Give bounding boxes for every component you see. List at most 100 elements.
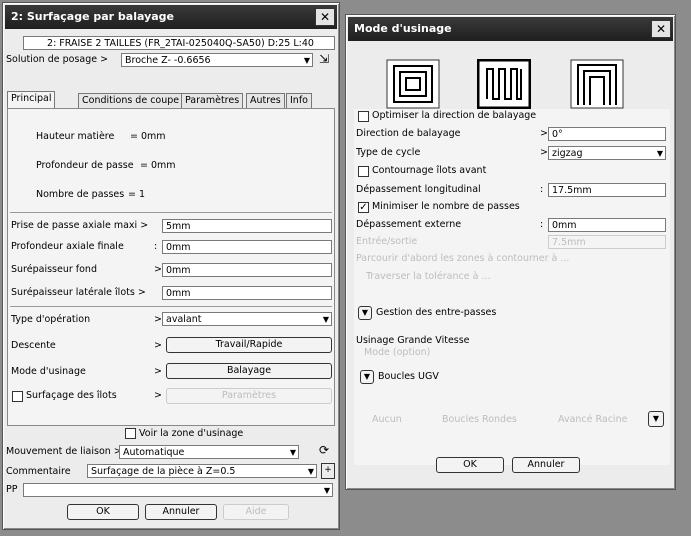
separator-arrow: > bbox=[154, 314, 162, 325]
commentaire-label: Commentaire bbox=[6, 466, 71, 477]
chevron-down-icon: ▼ bbox=[323, 486, 330, 495]
contournage-label: Contournage îlots avant bbox=[372, 165, 487, 176]
separator-arrow: > bbox=[154, 366, 162, 377]
descente-label: Descente bbox=[11, 340, 56, 351]
profondeur-finale-input[interactable]: 0mm bbox=[162, 240, 332, 254]
disabled-option-avance: Avancé Racine bbox=[558, 414, 628, 425]
param-label-surepaisseur-fond: Surépaisseur fond bbox=[11, 264, 97, 275]
minimiser-checkbox[interactable]: ✓ bbox=[358, 202, 369, 213]
machining-operation-dialog: 2: Surfaçage par balayage ✕ 2: FRAISE 2 … bbox=[2, 2, 340, 530]
separator-arrow: > bbox=[540, 128, 548, 139]
ugv-title: Usinage Grande Vitesse bbox=[356, 335, 470, 346]
boucles-expand-button[interactable]: ▼ bbox=[360, 370, 374, 384]
depassement-ext-label: Dépassement externe bbox=[356, 219, 462, 230]
direction-input[interactable]: 0° bbox=[548, 127, 666, 141]
disabled-row-input[interactable]: 7.5mm bbox=[548, 235, 666, 249]
mode-usinage-dialog: Mode d'usinage ✕ Optimiser la direction … bbox=[345, 14, 676, 490]
cancel-button[interactable]: Annuler bbox=[145, 504, 217, 520]
posage-select[interactable]: Broche Z- -0.6656 ▼ bbox=[121, 53, 313, 67]
commentaire-edit-icon[interactable]: + bbox=[321, 463, 335, 479]
mode-panel: Optimiser la direction de balayage Direc… bbox=[354, 109, 670, 465]
disabled-line-1: Parcourir d'abord les zones à contourner… bbox=[356, 253, 570, 264]
close-icon[interactable]: ✕ bbox=[315, 8, 335, 26]
pp-select[interactable]: ▼ bbox=[23, 483, 333, 497]
mode-cancel-button[interactable]: Annuler bbox=[512, 457, 580, 473]
prise-passe-input[interactable]: 5mm bbox=[162, 219, 332, 233]
param-label-prise-passe: Prise de passe axiale maxi > bbox=[11, 220, 149, 231]
surepaisseur-laterale-input[interactable]: 0mm bbox=[162, 286, 332, 300]
disabled-line-2: Traverser la tolérance à ... bbox=[366, 271, 491, 282]
bottom-expand-button[interactable]: ▼ bbox=[648, 411, 664, 427]
info-label-passes: Nombre de passes bbox=[36, 189, 125, 200]
tab-conditions-de-coupe[interactable]: Conditions de coupe bbox=[78, 93, 184, 108]
type-operation-select[interactable]: avalant ▼ bbox=[162, 312, 332, 326]
dialog-titlebar: Mode d'usinage ✕ bbox=[348, 17, 673, 41]
tab-panel: Hauteur matière = 0mm Profondeur de pass… bbox=[7, 108, 335, 426]
divider bbox=[10, 306, 332, 307]
mouvement-label: Mouvement de liaison > bbox=[6, 446, 122, 457]
help-button[interactable]: Aide bbox=[223, 504, 289, 520]
voir-zone-checkbox[interactable] bbox=[125, 428, 136, 439]
type-operation-label: Type d'opération bbox=[11, 314, 91, 325]
gestion-expand-button[interactable]: ▼ bbox=[358, 306, 372, 320]
tool-selector[interactable]: 2: FRAISE 2 TAILLES (FR_2TAI-025040Q-SA5… bbox=[23, 36, 335, 50]
param-label-surepaisseur-laterale: Surépaisseur latérale îlots > bbox=[11, 287, 146, 298]
info-value-passes: = 1 bbox=[128, 189, 146, 200]
chevron-down-icon: ▼ bbox=[656, 149, 663, 158]
surepaisseur-fond-input[interactable]: 0mm bbox=[162, 263, 332, 277]
mode-usinage-label: Mode d'usinage bbox=[11, 366, 86, 377]
zigzag-mode-icon[interactable] bbox=[477, 59, 531, 109]
tab-info[interactable]: Info bbox=[286, 93, 312, 108]
mode-usinage-button[interactable]: Balayage bbox=[166, 363, 332, 379]
tab-parametres[interactable]: Paramètres bbox=[181, 93, 244, 108]
posage-pick-icon[interactable]: ⇲ bbox=[319, 51, 333, 67]
cycle-select[interactable]: zigzag ▼ bbox=[548, 146, 666, 160]
separator-colon: : bbox=[540, 219, 544, 230]
chevron-down-icon: ▼ bbox=[289, 448, 296, 457]
surfacage-ilots-checkbox[interactable] bbox=[12, 391, 23, 402]
optimiser-label: Optimiser la direction de balayage bbox=[372, 110, 537, 121]
disabled-option-boucles: Boucles Rondes bbox=[442, 414, 517, 425]
commentaire-select[interactable]: Surfaçage de la pièce à Z=0.5 ▼ bbox=[87, 464, 317, 478]
tab-autres[interactable]: Autres bbox=[246, 93, 285, 108]
posage-label: Solution de posage > bbox=[6, 54, 109, 65]
contour-mode-icon[interactable] bbox=[570, 59, 624, 109]
separator-arrow: > bbox=[154, 390, 162, 401]
separator-arrow: > bbox=[154, 264, 162, 275]
dialog-title: 2: Surfaçage par balayage bbox=[11, 10, 175, 23]
separator-colon: : bbox=[154, 241, 158, 252]
contournage-checkbox[interactable] bbox=[358, 166, 369, 177]
ugv-subtitle: Mode (option) bbox=[364, 347, 431, 358]
gestion-label: Gestion des entre-passes bbox=[376, 307, 497, 318]
boucles-label: Boucles UGV bbox=[378, 371, 439, 382]
direction-label: Direction de balayage bbox=[356, 128, 461, 139]
info-label-profondeur: Profondeur de passe bbox=[36, 160, 134, 171]
surfacage-ilots-label: Surfaçage des îlots bbox=[26, 390, 117, 401]
param-label-profondeur-finale: Profondeur axiale finale bbox=[11, 241, 124, 252]
depassement-long-input[interactable]: 17.5mm bbox=[548, 183, 666, 197]
close-icon[interactable]: ✕ bbox=[651, 20, 671, 38]
mouvement-select[interactable]: Automatique ▼ bbox=[119, 445, 299, 459]
depassement-long-label: Dépassement longitudinal bbox=[356, 184, 481, 195]
chevron-down-icon: ▼ bbox=[307, 467, 314, 476]
mouvement-edit-icon[interactable]: ⟳ bbox=[319, 443, 333, 459]
spiral-mode-icon[interactable] bbox=[386, 59, 440, 109]
separator-arrow: > bbox=[540, 147, 548, 158]
dialog-titlebar: 2: Surfaçage par balayage ✕ bbox=[5, 5, 337, 29]
info-value-hauteur: = 0mm bbox=[130, 131, 166, 142]
tab-principal[interactable]: Principal bbox=[7, 91, 56, 108]
info-label-hauteur: Hauteur matière bbox=[36, 131, 115, 142]
depassement-ext-input[interactable]: 0mm bbox=[548, 218, 666, 232]
info-value-profondeur: = 0mm bbox=[140, 160, 176, 171]
dialog-title: Mode d'usinage bbox=[354, 22, 452, 35]
minimiser-label: Minimiser le nombre de passes bbox=[372, 201, 520, 212]
mode-ok-button[interactable]: OK bbox=[436, 457, 504, 473]
ok-button[interactable]: OK bbox=[67, 504, 139, 520]
divider bbox=[10, 212, 332, 213]
surfacage-ilots-button[interactable]: Paramètres bbox=[166, 388, 332, 404]
optimiser-checkbox[interactable] bbox=[358, 111, 369, 122]
cycle-label: Type de cycle bbox=[356, 147, 421, 158]
separator-colon: : bbox=[540, 184, 544, 195]
disabled-row-label: Entrée/sortie bbox=[356, 236, 418, 247]
descente-button[interactable]: Travail/Rapide bbox=[166, 337, 332, 353]
